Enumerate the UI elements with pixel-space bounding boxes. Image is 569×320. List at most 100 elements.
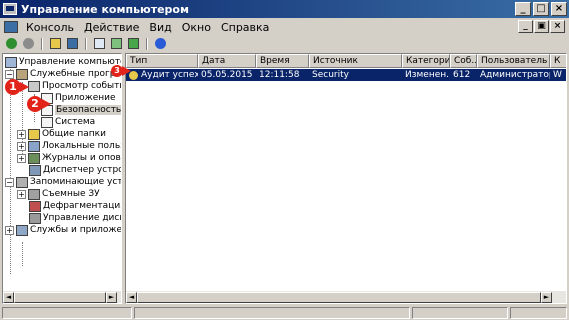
forward-button[interactable] [21, 37, 36, 50]
expand-toggle[interactable]: + [17, 153, 26, 163]
export-icon [128, 38, 139, 49]
back-button[interactable] [4, 37, 19, 50]
column-headers: Тип Дата Время Источник Категория Соб...… [126, 54, 566, 68]
scroll-right-arrow[interactable]: ► [106, 291, 117, 303]
tree-item-security-log[interactable]: Безопасность [41, 104, 121, 116]
menu-help[interactable]: Справка [216, 21, 274, 34]
tree-item-device-manager[interactable]: Диспетчер устройств [29, 164, 121, 176]
menu-action[interactable]: Действие [79, 21, 144, 34]
tree-item-defrag[interactable]: Дефрагментация дис [29, 200, 121, 212]
collapse-toggle[interactable]: − [5, 69, 14, 79]
forward-icon [23, 38, 34, 49]
column-user[interactable]: Пользователь [477, 54, 550, 68]
cell-computer: W [553, 70, 562, 80]
status-pane [134, 307, 410, 319]
tree-item-system-log[interactable]: Система [41, 116, 95, 128]
tree-item-disk-management[interactable]: Управление дисками [29, 212, 121, 224]
status-bar [0, 306, 569, 320]
cell-time: 12:11:58 [259, 70, 300, 80]
up-button[interactable] [48, 37, 63, 50]
show-tree-icon [67, 38, 78, 49]
properties-button[interactable] [92, 37, 107, 50]
toolbar-separator [41, 37, 43, 50]
help-icon [155, 38, 166, 49]
column-source[interactable]: Источник [309, 54, 402, 68]
column-time[interactable]: Время [256, 54, 309, 68]
menu-bar: Консоль Действие Вид Окно Справка _ ▣ × [0, 18, 569, 36]
expand-toggle[interactable]: + [17, 141, 26, 151]
child-restore-button[interactable]: ▣ [534, 20, 549, 33]
tree-item-application-log[interactable]: Приложение [41, 92, 116, 104]
properties-icon [94, 38, 105, 49]
column-event[interactable]: Соб... [450, 54, 477, 68]
close-button[interactable]: × [551, 2, 567, 16]
storage-icon [16, 176, 28, 188]
expand-toggle[interactable]: + [5, 225, 14, 235]
tree-item-shared-folders[interactable]: + Общие папки [17, 128, 106, 140]
tree-item-removable-storage[interactable]: + Съемные ЗУ [17, 188, 100, 200]
perf-logs-icon [28, 152, 40, 164]
callout-marker-1: 1 [5, 79, 21, 95]
status-pane [510, 307, 567, 319]
tree-item-system-tools[interactable]: − Служебные программ [5, 68, 121, 80]
callout-marker-2: 2 [27, 96, 43, 112]
table-row[interactable]: Аудит успехов 05.05.2015 12:11:58 Securi… [126, 69, 566, 81]
list-horizontal-scrollbar[interactable]: ◄ ► [126, 291, 566, 303]
maximize-button[interactable]: □ [533, 2, 549, 16]
tree-item-computer-management[interactable]: Управление компьютером (л [5, 56, 121, 68]
back-icon [6, 38, 17, 49]
expand-toggle[interactable]: + [17, 129, 26, 139]
child-close-button[interactable]: × [550, 20, 565, 33]
tree-horizontal-scrollbar[interactable]: ◄ ► [3, 291, 121, 303]
export-button[interactable] [126, 37, 141, 50]
computer-management-icon [3, 3, 17, 15]
scroll-thumb[interactable] [137, 291, 541, 303]
tree-item-storage[interactable]: − Запоминающие устройст [5, 176, 121, 188]
device-manager-icon [29, 164, 41, 176]
menu-console[interactable]: Консоль [21, 21, 79, 34]
show-tree-button[interactable] [65, 37, 80, 50]
tools-icon [16, 68, 28, 80]
console-icon[interactable] [4, 21, 18, 33]
scroll-left-arrow[interactable]: ◄ [126, 291, 137, 303]
status-pane [2, 307, 132, 319]
cell-source: Security [312, 70, 349, 80]
child-window-controls: _ ▣ × [518, 20, 565, 33]
removable-storage-icon [28, 188, 40, 200]
cell-category: Изменен... [405, 70, 450, 80]
collapse-toggle[interactable]: − [5, 177, 14, 187]
computer-icon [5, 56, 17, 68]
tree-item-local-users[interactable]: + Локальные пользова [17, 140, 121, 152]
child-minimize-button[interactable]: _ [518, 20, 533, 33]
tree-item-services-apps[interactable]: + Службы и приложения [5, 224, 121, 236]
toolbar [0, 36, 569, 51]
column-type[interactable]: Тип [126, 54, 198, 68]
minimize-button[interactable]: _ [515, 2, 531, 16]
disk-management-icon [29, 212, 41, 224]
event-viewer-icon [28, 80, 40, 92]
help-button[interactable] [153, 37, 168, 50]
expand-toggle[interactable]: + [17, 189, 26, 199]
cell-event: 612 [453, 70, 471, 80]
column-computer[interactable]: К [550, 54, 566, 68]
scroll-right-arrow[interactable]: ► [541, 291, 552, 303]
users-icon [28, 140, 40, 152]
event-list[interactable]: Тип Дата Время Источник Категория Соб...… [125, 53, 567, 304]
scroll-thumb[interactable] [14, 291, 106, 303]
menu-view[interactable]: Вид [144, 21, 176, 34]
log-icon [41, 116, 53, 128]
toolbar-separator [146, 37, 148, 50]
up-icon [50, 38, 61, 49]
callout-pointer [42, 99, 51, 109]
tree-item-perf-logs[interactable]: + Журналы и оповещен [17, 152, 121, 164]
column-category[interactable]: Категория [402, 54, 450, 68]
folder-icon [28, 128, 40, 140]
column-date[interactable]: Дата [198, 54, 256, 68]
tree-item-event-viewer[interactable]: Просмотр событий [17, 80, 121, 92]
callout-pointer [122, 66, 131, 76]
scroll-left-arrow[interactable]: ◄ [3, 291, 14, 303]
refresh-icon [111, 38, 122, 49]
refresh-button[interactable] [109, 37, 124, 50]
callout-pointer [20, 82, 29, 92]
menu-window[interactable]: Окно [177, 21, 216, 34]
